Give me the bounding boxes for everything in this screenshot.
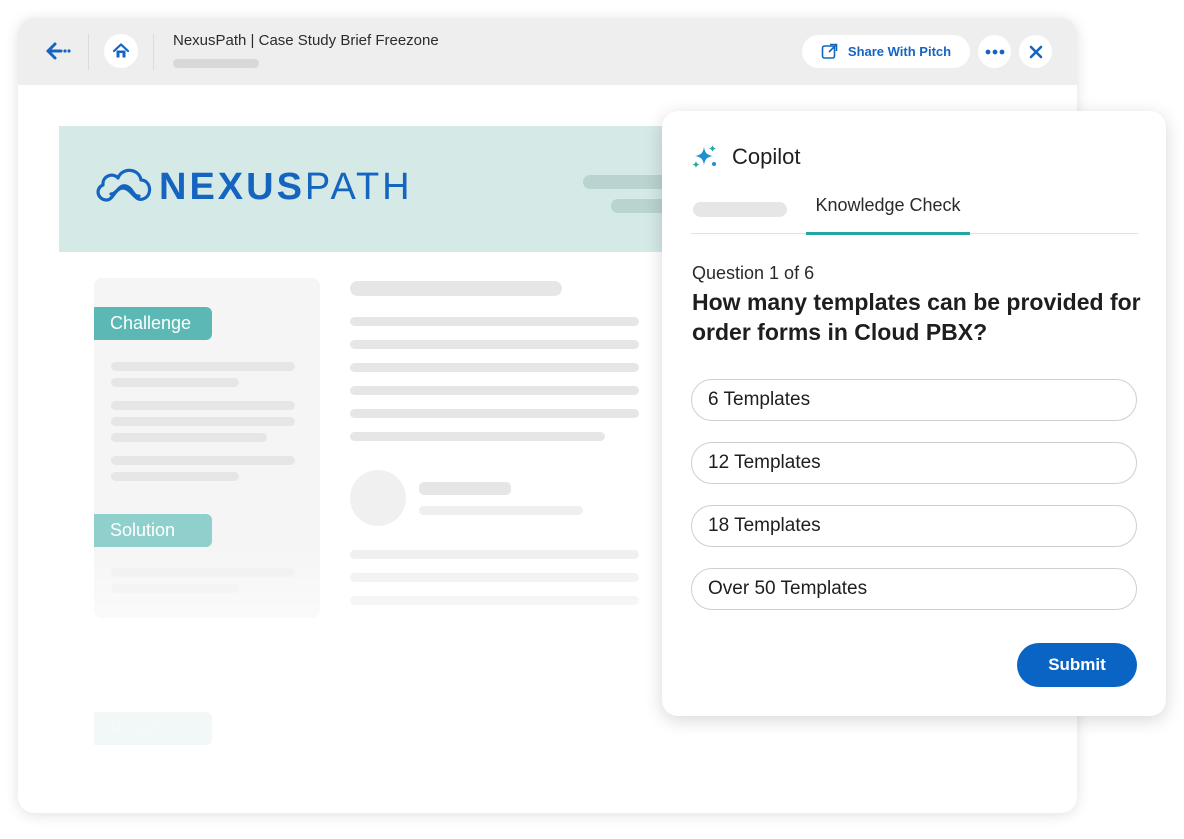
share-label: Share With Pitch xyxy=(847,44,952,59)
submit-button[interactable]: Submit xyxy=(1017,643,1137,687)
cloud-infinity-icon xyxy=(96,168,152,202)
copilot-title: Copilot xyxy=(732,144,801,169)
text-placeholder xyxy=(350,340,639,349)
text-placeholder xyxy=(350,317,639,326)
text-placeholder xyxy=(350,363,639,372)
text-placeholder xyxy=(111,433,267,442)
fade-overlay xyxy=(59,546,699,813)
logo-text-light: PATH xyxy=(304,165,413,208)
tab-bar: Knowledge Check xyxy=(691,195,1138,235)
divider xyxy=(153,34,154,70)
document-preview: NEXUS PATH Challenge Solution Results xyxy=(59,126,699,813)
document-header: NEXUS PATH xyxy=(59,126,699,252)
text-placeholder xyxy=(350,409,639,418)
logo-text-bold: NEXUS xyxy=(159,165,305,208)
home-icon xyxy=(112,43,130,58)
title-bar: NexusPath | Case Study Brief Freezone Sh… xyxy=(18,18,1077,85)
question-text: How many templates can be provided for o… xyxy=(692,289,1141,345)
solution-tag: Solution xyxy=(94,514,212,547)
divider xyxy=(88,34,89,70)
text-placeholder xyxy=(419,506,583,515)
back-arrow-icon xyxy=(46,42,71,60)
text-placeholder xyxy=(111,417,295,426)
close-button[interactable] xyxy=(1019,35,1052,68)
text-placeholder xyxy=(111,472,239,481)
share-with-pitch-button[interactable]: Share With Pitch xyxy=(802,35,970,68)
text-placeholder xyxy=(419,482,511,495)
tab-knowledge-check[interactable]: Knowledge Check xyxy=(806,195,970,235)
close-icon xyxy=(1029,45,1042,58)
nexuspath-logo: NEXUS PATH xyxy=(93,164,413,210)
home-button[interactable] xyxy=(104,34,138,68)
answer-option[interactable]: 18 Templates xyxy=(691,505,1137,547)
back-button[interactable] xyxy=(42,36,76,66)
copilot-header: Copilot xyxy=(692,144,800,170)
tab-placeholder[interactable] xyxy=(693,202,787,217)
more-icon xyxy=(985,49,1004,54)
avatar-placeholder xyxy=(350,470,406,526)
answer-option[interactable]: 6 Templates xyxy=(691,379,1137,421)
answer-option[interactable]: Over 50 Templates xyxy=(691,568,1137,610)
share-icon xyxy=(821,43,838,59)
window-title: NexusPath | Case Study Brief Freezone xyxy=(173,32,439,49)
sparkle-icon xyxy=(692,145,716,168)
heading-placeholder xyxy=(350,281,562,296)
challenge-tag: Challenge xyxy=(94,307,212,340)
text-placeholder xyxy=(111,401,295,410)
copilot-panel: Copilot Knowledge Check Question 1 of 6 … xyxy=(662,111,1166,716)
question-number: Question 1 of 6 xyxy=(692,263,815,283)
text-placeholder xyxy=(350,432,605,441)
more-button[interactable] xyxy=(978,35,1011,68)
subtitle-placeholder xyxy=(173,59,259,68)
results-tag: Results xyxy=(94,712,212,745)
text-placeholder xyxy=(350,386,639,395)
answer-option[interactable]: 12 Templates xyxy=(691,442,1137,484)
text-placeholder xyxy=(111,362,295,371)
text-placeholder xyxy=(111,378,239,387)
text-placeholder xyxy=(111,456,295,465)
